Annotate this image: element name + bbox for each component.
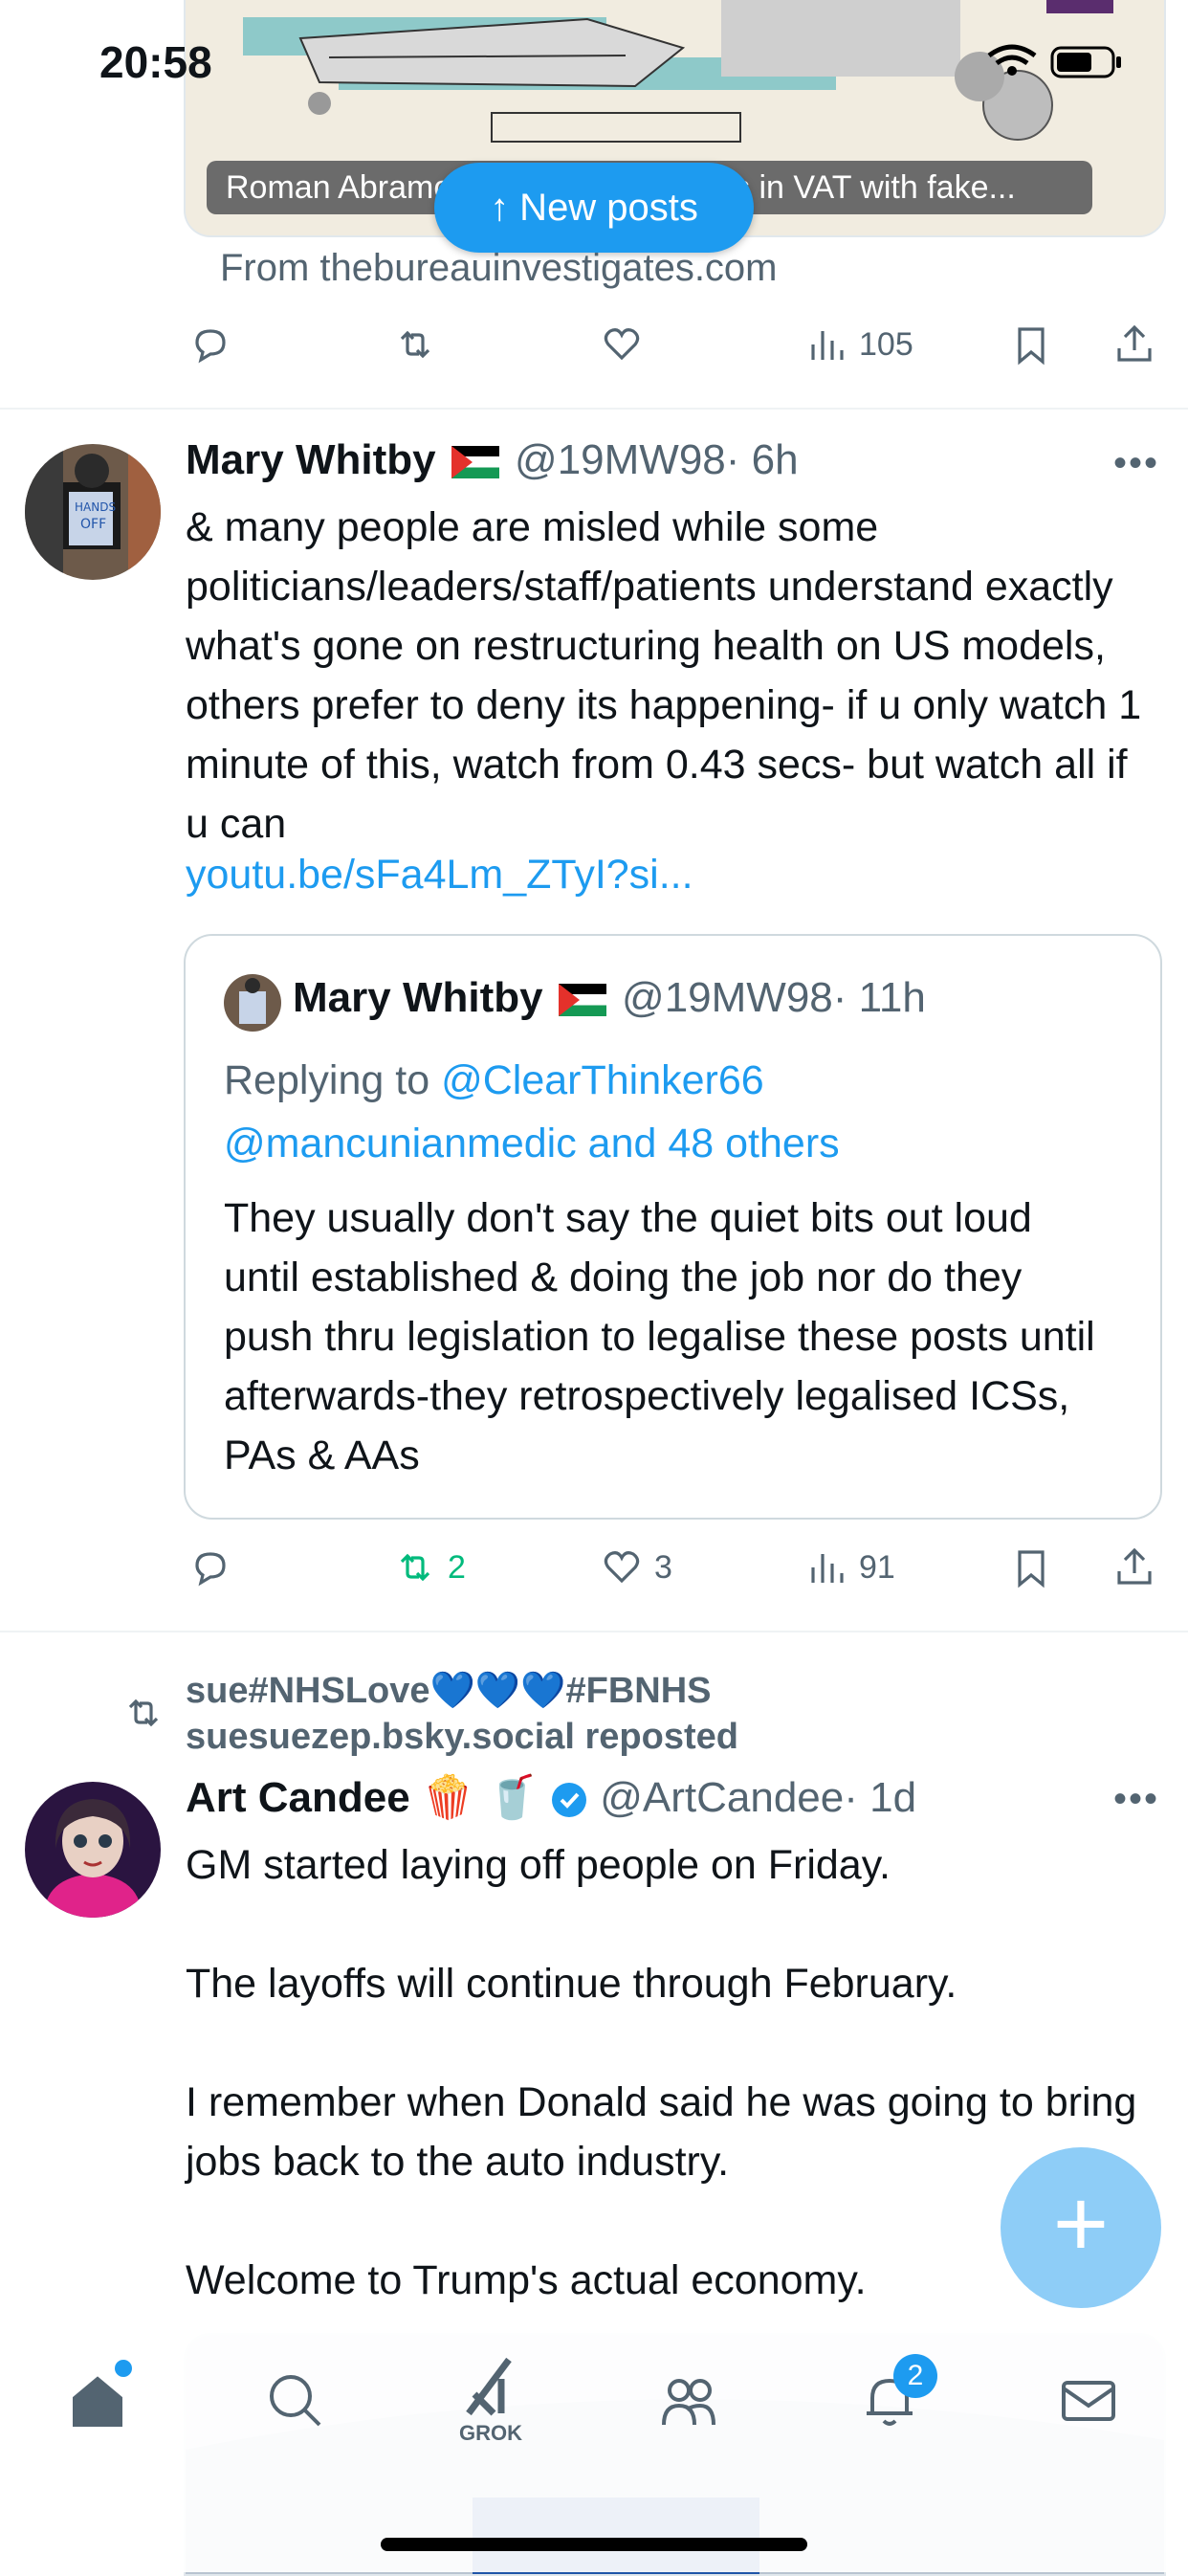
tab-messages[interactable] (1058, 2369, 1119, 2435)
heart-icon (604, 328, 640, 361)
status-icons (985, 42, 1129, 80)
reposted-by-line1[interactable]: sue#NHSLove💙💙💙#FBNHS (186, 1669, 712, 1713)
quote-avatar-image (224, 974, 281, 1032)
repost-button[interactable] (392, 322, 438, 367)
tab-grok[interactable]: GROK (459, 2356, 522, 2445)
quote-avatar[interactable] (224, 974, 281, 1032)
views-icon (811, 331, 844, 360)
like-count: 3 (654, 1548, 672, 1586)
home-icon (73, 2376, 122, 2427)
tab-search[interactable] (264, 2369, 325, 2435)
verified-badge-icon (550, 1781, 588, 1819)
quote-author-handle: @19MW98 (622, 974, 833, 1021)
avatar[interactable] (25, 1782, 161, 1918)
home-unread-dot (115, 2360, 132, 2377)
reply-button[interactable] (187, 1544, 233, 1590)
post-link[interactable]: youtu.be/sFa4Lm_ZTyI?si... (186, 852, 693, 899)
author-emoji: 🍿 🥤 (421, 1774, 539, 1821)
post-divider (0, 1631, 1188, 1632)
share-button[interactable] (1111, 1544, 1157, 1590)
reply-icon (195, 1552, 226, 1587)
post-time: · 6h (725, 436, 799, 483)
post-divider (0, 408, 1188, 410)
more-options-icon[interactable]: ••• (1113, 442, 1159, 485)
grok-label: GROK (459, 2421, 522, 2445)
tab-home[interactable] (67, 2360, 132, 2435)
wifi-battery-icon (987, 44, 1121, 78)
repost-icon (400, 1553, 430, 1582)
author-name[interactable]: Mary Whitby (186, 436, 436, 483)
communities-icon (662, 2379, 715, 2426)
palestine-flag-icon (558, 984, 606, 1017)
svg-text:OFF: OFF (80, 517, 106, 532)
views-count: 105 (859, 325, 913, 363)
repost-icon (400, 330, 430, 359)
share-icon (1117, 324, 1152, 362)
quote-text: They usually don't say the quiet bits ou… (224, 1195, 1095, 1478)
post-header: Mary Whitby @19MW98· 6h (186, 436, 799, 484)
quote-author-name: Mary Whitby (293, 974, 543, 1021)
reply-button[interactable] (187, 322, 233, 367)
repost-icon (121, 1690, 166, 1741)
avatar-image (25, 1782, 161, 1918)
post-header: Art Candee 🍿 🥤 @ArtCandee· 1d (186, 1772, 916, 1822)
views-button[interactable]: 105 (803, 322, 913, 367)
tab-communities[interactable] (658, 2369, 719, 2435)
link-card-source[interactable]: From thebureauinvestigates.com (220, 247, 778, 290)
replying-others-link[interactable]: @mancunianmedic and 48 others (224, 1121, 840, 1166)
post-text: & many people are misled while some poli… (186, 504, 1142, 847)
bookmark-button[interactable] (1008, 1544, 1054, 1590)
palestine-flag-icon (451, 446, 499, 479)
share-icon (1117, 1547, 1152, 1585)
bookmark-button[interactable] (1008, 322, 1054, 367)
reply-icon (195, 329, 226, 364)
views-count: 91 (859, 1548, 895, 1586)
like-button[interactable] (599, 322, 645, 367)
avatar[interactable]: HANDS OFF (25, 444, 161, 580)
author-handle[interactable]: @ArtCandee (600, 1774, 844, 1821)
bookmark-icon (1018, 327, 1045, 366)
heart-icon (604, 1551, 640, 1584)
replying-prefix: Replying to (224, 1057, 442, 1103)
post-text-p1: GM started laying off people on Friday. (186, 1842, 891, 1888)
post-time: · 1d (844, 1774, 917, 1821)
mail-icon (1062, 2381, 1115, 2421)
views-button[interactable]: 91 (803, 1544, 895, 1590)
quote-header: Mary Whitby @19MW98· 11h (293, 974, 926, 1022)
reposted-by-line2[interactable]: suesuezep.bsky.social reposted (186, 1715, 738, 1759)
status-time: 20:58 (99, 37, 212, 87)
svg-text:HANDS: HANDS (75, 500, 116, 514)
grok-icon (466, 2357, 512, 2416)
search-icon (270, 2375, 321, 2427)
quote-time: · 11h (832, 974, 926, 1021)
post-text-p2: The layoffs will continue through Februa… (186, 1961, 957, 2007)
avatar-image: HANDS OFF (25, 444, 161, 580)
repost-button[interactable]: 2 (392, 1544, 466, 1590)
author-handle[interactable]: @19MW98 (515, 436, 726, 483)
bookmark-icon (1018, 1550, 1045, 1588)
new-posts-button[interactable]: ↑ New posts (434, 163, 754, 253)
home-indicator (381, 2538, 807, 2551)
post-text-p3: I remember when Donald said he was going… (186, 2079, 1137, 2185)
post-text-p4: Welcome to Trump's actual economy. (186, 2257, 867, 2303)
compose-post-button[interactable]: + (1001, 2147, 1161, 2308)
like-button[interactable]: 3 (599, 1544, 672, 1590)
views-icon (811, 1554, 844, 1583)
tab-notifications[interactable]: 2 (859, 2354, 937, 2435)
replying-user-link[interactable]: @ClearThinker66 (441, 1057, 764, 1103)
share-button[interactable] (1111, 322, 1157, 367)
more-options-icon[interactable]: ••• (1113, 1778, 1159, 1821)
repost-count: 2 (448, 1548, 466, 1586)
author-name[interactable]: Art Candee (186, 1774, 410, 1821)
quote-replying-to: Replying to @ClearThinker66 @mancunianme… (224, 1049, 1133, 1175)
bottom-tab-bar: GROK 2 (0, 2331, 1188, 2572)
notification-badge: 2 (893, 2354, 937, 2398)
